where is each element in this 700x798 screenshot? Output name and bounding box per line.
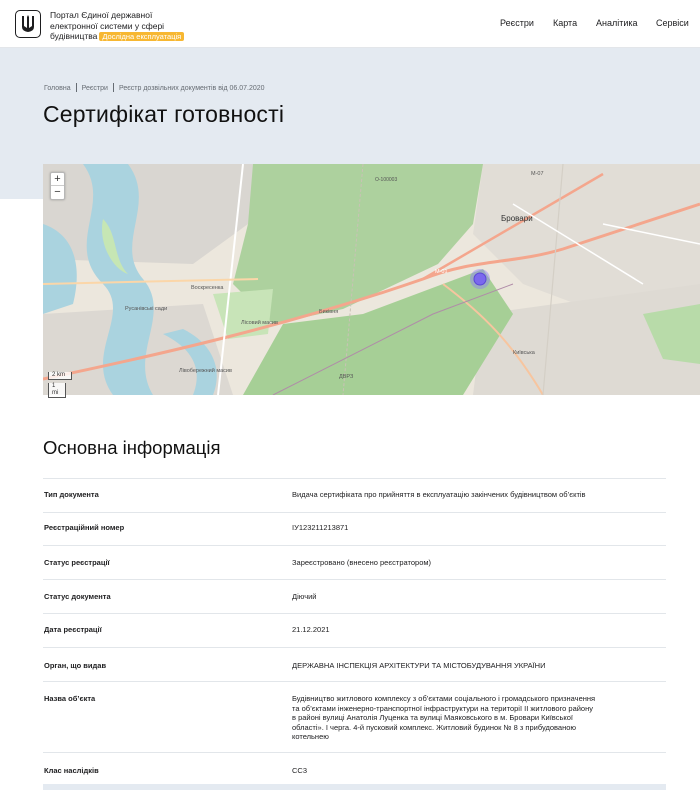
portal-name-line1: Портал Єдиної державної: [50, 10, 153, 20]
map-label-lisovyi: Лісовий масив: [241, 319, 278, 326]
row-value-line: та об’єктами інженерно-транспортної інфр…: [292, 703, 593, 713]
map-label-road-m07: М-07: [531, 171, 544, 177]
nav-registries[interactable]: Реєстри: [500, 18, 534, 28]
section-title: Основна інформація: [43, 437, 221, 458]
row-value: Будівництво житлового комплексу з об’єкт…: [292, 694, 666, 742]
map-label-road-m01: М-01: [435, 269, 448, 275]
portal-name[interactable]: Портал Єдиної державної електронної сист…: [50, 10, 200, 42]
breadcrumb-home[interactable]: Головна: [44, 85, 71, 92]
site-header: Портал Єдиної державної електронної сист…: [0, 0, 700, 48]
map-label-rusanivski: Русанівські сади: [125, 306, 167, 312]
row-value: ДЕРЖАВНА ІНСПЕКЦІЯ АРХІТЕКТУРИ ТА МІСТОБ…: [292, 661, 546, 670]
table-row: Статус документа Діючий: [43, 579, 666, 613]
zoom-in-button[interactable]: +: [51, 173, 64, 186]
nav-map[interactable]: Карта: [553, 18, 577, 28]
row-label: Тип документа: [44, 490, 99, 499]
row-label: Дата реєстрації: [44, 625, 102, 634]
breadcrumb-registries[interactable]: Реєстри: [82, 85, 108, 92]
row-value: ІУ123211213871: [292, 523, 349, 532]
row-value-line: котельнею: [292, 732, 329, 741]
map-label-livoberezhnyi: Лівобережний масив: [179, 367, 232, 374]
breadcrumb-separator: [75, 83, 77, 92]
table-row: Клас наслідків СС3: [43, 752, 666, 784]
breadcrumb: Головна Реєстри Реєстр дозвільних документ…: [44, 83, 265, 92]
row-value: Діючий: [292, 592, 317, 601]
nav-services[interactable]: Сервіси: [656, 18, 689, 28]
beta-badge: Дослідна експлуатація: [99, 32, 185, 41]
row-value: 21.12.2021: [292, 625, 330, 634]
map-label-kyivska: Київська: [513, 350, 536, 356]
row-value-line: в районі вулиці Анатолія Луценка та вули…: [292, 713, 573, 722]
row-value-line: області». І черга. 4-й пусковий комплекс…: [292, 722, 577, 732]
location-map[interactable]: Бровари М-01 М-07 О-100003 Воскресенка Р…: [43, 164, 700, 395]
map-label-voskresenka: Воскресенка: [191, 285, 224, 291]
row-value: Видача сертифіката про прийняття в експл…: [292, 490, 586, 499]
map-label-brovary: Бровари: [501, 214, 533, 223]
table-footer-bar: [43, 784, 666, 790]
page-title: Сертифікат готовності: [43, 101, 285, 127]
table-row: Реєстраційний номер ІУ123211213871: [43, 512, 666, 545]
map-label-bykivnia: Биківня: [319, 309, 338, 315]
table-row: Тип документа Видача сертифіката про при…: [43, 478, 666, 512]
table-row: Орган, що видав ДЕРЖАВНА ІНСПЕКЦІЯ АРХІТ…: [43, 647, 666, 681]
row-value: СС3: [292, 766, 308, 775]
table-row: Назва об’єкта Будівництво житлового комп…: [43, 681, 666, 752]
row-label: Реєстраційний номер: [44, 523, 125, 532]
trident-logo-icon[interactable]: [15, 10, 41, 38]
breadcrumb-separator: [112, 83, 114, 92]
row-label: Орган, що видав: [44, 661, 107, 670]
map-scale-mi: 1 mi: [48, 383, 66, 398]
map-zoom-control: + −: [50, 172, 65, 200]
row-value-line: Будівництво житлового комплексу з об’єкт…: [292, 694, 596, 703]
map-label-road-o100: О-100003: [375, 177, 397, 183]
row-label: Назва об’єкта: [44, 694, 96, 703]
map-label-dvrz: ДВРЗ: [339, 374, 354, 380]
location-marker-icon[interactable]: [473, 272, 487, 286]
row-value: Зареєстровано (внесено реєстратором): [292, 558, 432, 567]
breadcrumb-current[interactable]: Реєстр дозвільних документів від 06.07.2…: [119, 85, 265, 92]
nav-analytics[interactable]: Аналітика: [596, 18, 638, 28]
row-label: Статус реєстрації: [44, 558, 110, 567]
map-scale-km: 2 km: [48, 372, 72, 380]
table-row: Дата реєстрації 21.12.2021: [43, 613, 666, 647]
portal-name-line2: електронної системи у сфері: [50, 20, 165, 31]
table-row: Статус реєстрації Зареєстровано (внесено…: [43, 545, 666, 579]
portal-name-line3: будівництва: [50, 31, 98, 41]
row-label: Клас наслідків: [44, 766, 99, 775]
row-label: Статус документа: [44, 592, 111, 601]
zoom-out-button[interactable]: −: [51, 186, 64, 199]
